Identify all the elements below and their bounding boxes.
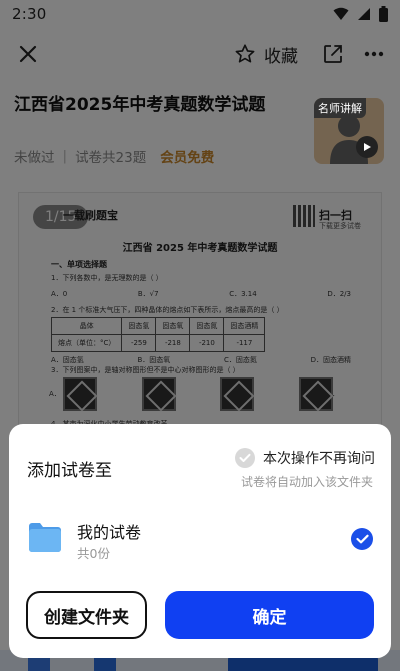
folder-selected-check[interactable] (351, 528, 373, 550)
add-to-folder-sheet: 添加试卷至 本次操作不再询问 试卷将自动加入该文件夹 我的试卷 共0份 创建文件… (9, 424, 391, 658)
sheet-heading: 添加试卷至 (27, 461, 112, 481)
play-icon (364, 143, 371, 151)
no-ask-toggle[interactable]: 本次操作不再询问 (235, 448, 375, 468)
play-button[interactable] (356, 136, 378, 158)
no-ask-hint: 试卷将自动加入该文件夹 (240, 475, 373, 489)
folder-item-my-papers[interactable]: 我的试卷 共0份 (25, 516, 375, 561)
create-folder-button[interactable]: 创建文件夹 (26, 591, 147, 639)
folder-icon (29, 523, 61, 552)
folder-count: 共0份 (77, 546, 110, 561)
no-ask-label: 本次操作不再询问 (263, 451, 375, 467)
check-icon (355, 534, 369, 544)
confirm-button[interactable]: 确定 (165, 591, 374, 639)
no-ask-checkbox[interactable] (235, 448, 255, 468)
teacher-tag: 名师讲解 (314, 98, 366, 118)
check-icon (239, 453, 251, 462)
folder-name: 我的试卷 (77, 523, 142, 542)
